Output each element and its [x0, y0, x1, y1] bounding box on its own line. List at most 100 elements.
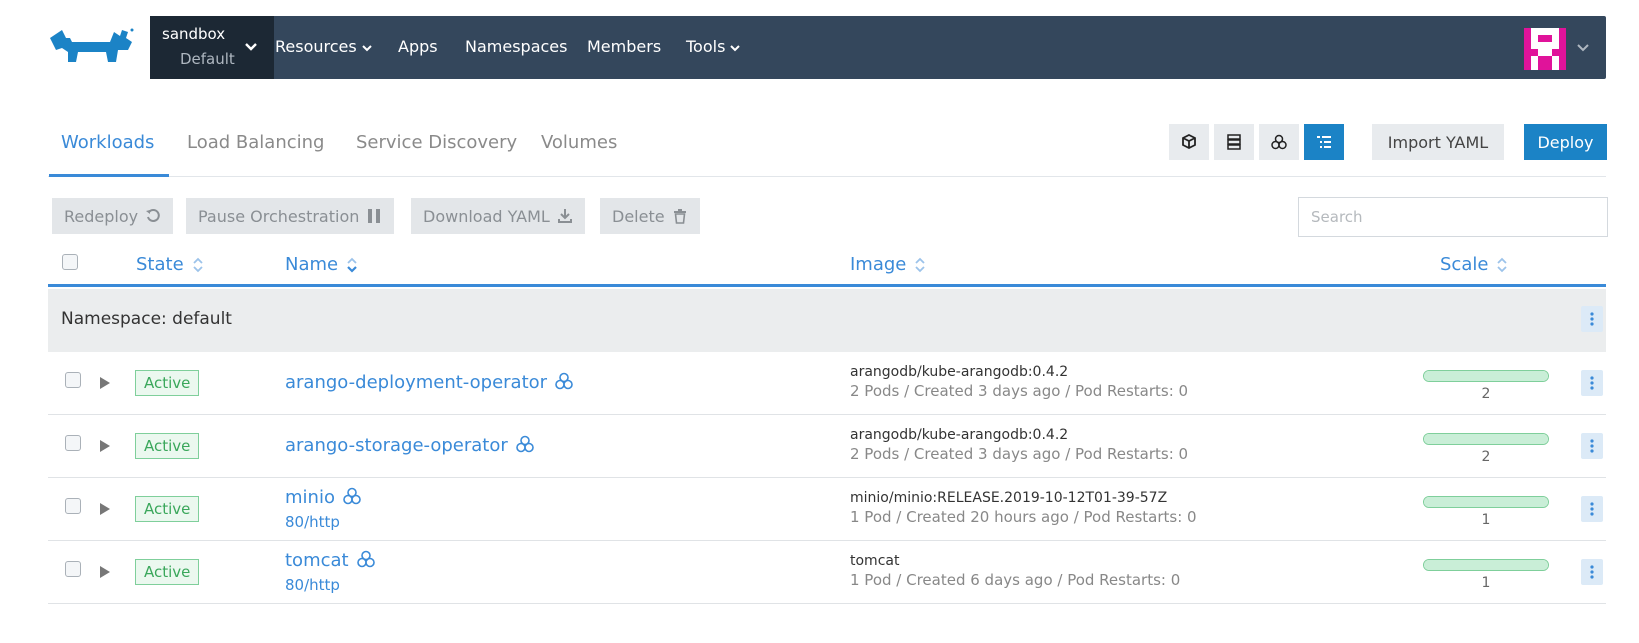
kebab-menu-icon	[1590, 312, 1594, 326]
status-badge: Active	[135, 433, 200, 459]
expand-row-icon[interactable]	[99, 502, 111, 516]
status-badge: Active	[135, 370, 200, 396]
view-cube-button[interactable]	[1169, 124, 1209, 160]
workload-name-link[interactable]: minio	[285, 486, 362, 508]
pause-icon	[368, 209, 381, 223]
row-actions-button[interactable]	[1581, 370, 1603, 396]
chevron-down-icon[interactable]	[1576, 41, 1590, 55]
workload-cluster-icon	[1271, 134, 1287, 150]
search-input[interactable]	[1298, 197, 1608, 237]
chevron-down-icon	[730, 44, 741, 51]
sort-icon	[915, 257, 926, 273]
download-yaml-button[interactable]: Download YAML	[411, 198, 585, 234]
select-all-checkbox[interactable]	[62, 254, 78, 270]
cluster-project-switcher[interactable]: sandbox Default	[150, 16, 274, 79]
import-yaml-button[interactable]: Import YAML	[1372, 124, 1504, 160]
scale-count: 1	[1481, 575, 1491, 591]
scale-bar	[1423, 496, 1549, 508]
workload-details: 1 Pod / Created 20 hours ago / Pod Resta…	[850, 508, 1197, 526]
row-actions-button[interactable]	[1581, 559, 1603, 585]
column-image[interactable]: Image	[850, 254, 926, 275]
sort-icon	[1497, 257, 1508, 273]
scale-bar-fill	[1424, 560, 1548, 570]
redeploy-button[interactable]: Redeploy	[52, 198, 174, 234]
nav-members[interactable]: Members	[587, 37, 661, 56]
status-badge: Active	[135, 496, 200, 522]
workload-details: 1 Pod / Created 6 days ago / Pod Restart…	[850, 571, 1181, 589]
workload-image: arangodb/kube-arangodb:0.4.2	[850, 427, 1069, 443]
tab-volumes[interactable]: Volumes	[541, 132, 617, 153]
row-actions-button[interactable]	[1581, 496, 1603, 522]
endpoint-link[interactable]: 80/http	[285, 513, 340, 531]
scale-bar	[1423, 433, 1549, 445]
scale-bar-fill	[1424, 434, 1548, 444]
tabs-divider	[48, 176, 1606, 177]
row-checkbox[interactable]	[65, 561, 81, 577]
column-state[interactable]: State	[136, 254, 204, 275]
status-badge: Active	[135, 559, 200, 585]
expand-row-icon[interactable]	[99, 376, 111, 390]
nav-apps[interactable]: Apps	[398, 37, 438, 56]
workload-details: 2 Pods / Created 3 days ago / Pod Restar…	[850, 382, 1189, 400]
sort-descending-icon	[347, 257, 357, 273]
row-checkbox[interactable]	[65, 372, 81, 388]
chevron-down-icon	[245, 43, 257, 51]
endpoint-link[interactable]: 80/http	[285, 576, 340, 594]
workload-name-link[interactable]: arango-deployment-operator	[285, 371, 574, 393]
table-row: Active minio 80/http minio/minio:RELEASE…	[48, 478, 1606, 541]
kebab-menu-icon	[1590, 439, 1594, 453]
group-actions-button[interactable]	[1581, 306, 1603, 332]
scale-bar	[1423, 559, 1549, 571]
workload-cluster-icon	[555, 372, 573, 390]
sort-icon	[193, 257, 203, 273]
chevron-down-icon	[362, 44, 372, 51]
top-navbar: sandbox Default Resources Apps Namespace…	[150, 16, 1606, 79]
active-tab-indicator	[49, 174, 169, 177]
rancher-logo[interactable]	[48, 26, 136, 70]
cube-icon	[1182, 133, 1196, 150]
column-scale[interactable]: Scale	[1440, 254, 1508, 275]
nav-tools[interactable]: Tools	[686, 37, 741, 56]
pause-orchestration-button[interactable]: Pause Orchestration	[186, 198, 395, 234]
tab-service-discovery[interactable]: Service Discovery	[356, 132, 517, 153]
namespace-group-header: Namespace: default	[48, 289, 1606, 352]
row-checkbox[interactable]	[65, 435, 81, 451]
nav-namespaces[interactable]: Namespaces	[465, 37, 567, 56]
workload-image: arangodb/kube-arangodb:0.4.2	[850, 364, 1069, 380]
workload-name-link[interactable]: arango-storage-operator	[285, 434, 535, 456]
kebab-menu-icon	[1590, 565, 1594, 579]
redeploy-icon	[146, 209, 160, 222]
tab-load-balancing[interactable]: Load Balancing	[187, 132, 324, 153]
workload-cluster-icon	[343, 487, 361, 505]
view-workload-button[interactable]	[1259, 124, 1299, 160]
row-actions-button[interactable]	[1581, 433, 1603, 459]
workload-name-link[interactable]: tomcat	[285, 549, 376, 571]
expand-row-icon[interactable]	[99, 439, 111, 453]
view-list-button[interactable]	[1304, 124, 1344, 160]
cluster-name: sandbox	[162, 25, 226, 43]
kebab-menu-icon	[1590, 376, 1594, 390]
delete-button[interactable]: Delete	[600, 198, 700, 234]
scale-count: 2	[1481, 386, 1491, 402]
scale-count: 1	[1481, 512, 1491, 528]
scale-count: 2	[1481, 449, 1491, 465]
column-name[interactable]: Name	[285, 254, 358, 275]
workload-details: 2 Pods / Created 3 days ago / Pod Restar…	[850, 445, 1189, 463]
tab-workloads[interactable]: Workloads	[61, 132, 154, 153]
expand-row-icon[interactable]	[99, 565, 111, 579]
workload-cluster-icon	[356, 550, 375, 568]
user-avatar[interactable]	[1524, 28, 1566, 70]
view-server-button[interactable]	[1214, 124, 1254, 160]
workload-image: tomcat	[850, 553, 900, 569]
project-name: Default	[180, 50, 235, 68]
table-row: Active arango-storage-operator arangodb/…	[48, 415, 1606, 478]
namespace-group-label: Namespace: default	[61, 309, 232, 329]
deploy-button[interactable]: Deploy	[1524, 124, 1607, 160]
download-icon	[557, 209, 572, 223]
workload-image: minio/minio:RELEASE.2019-10-12T01-39-57Z	[850, 490, 1168, 506]
row-checkbox[interactable]	[65, 498, 81, 514]
table-row: Active arango-deployment-operator arango…	[48, 352, 1606, 415]
table-header: State Name Image Scale	[48, 250, 1606, 287]
nav-resources[interactable]: Resources	[275, 37, 373, 56]
scale-bar	[1423, 370, 1549, 382]
